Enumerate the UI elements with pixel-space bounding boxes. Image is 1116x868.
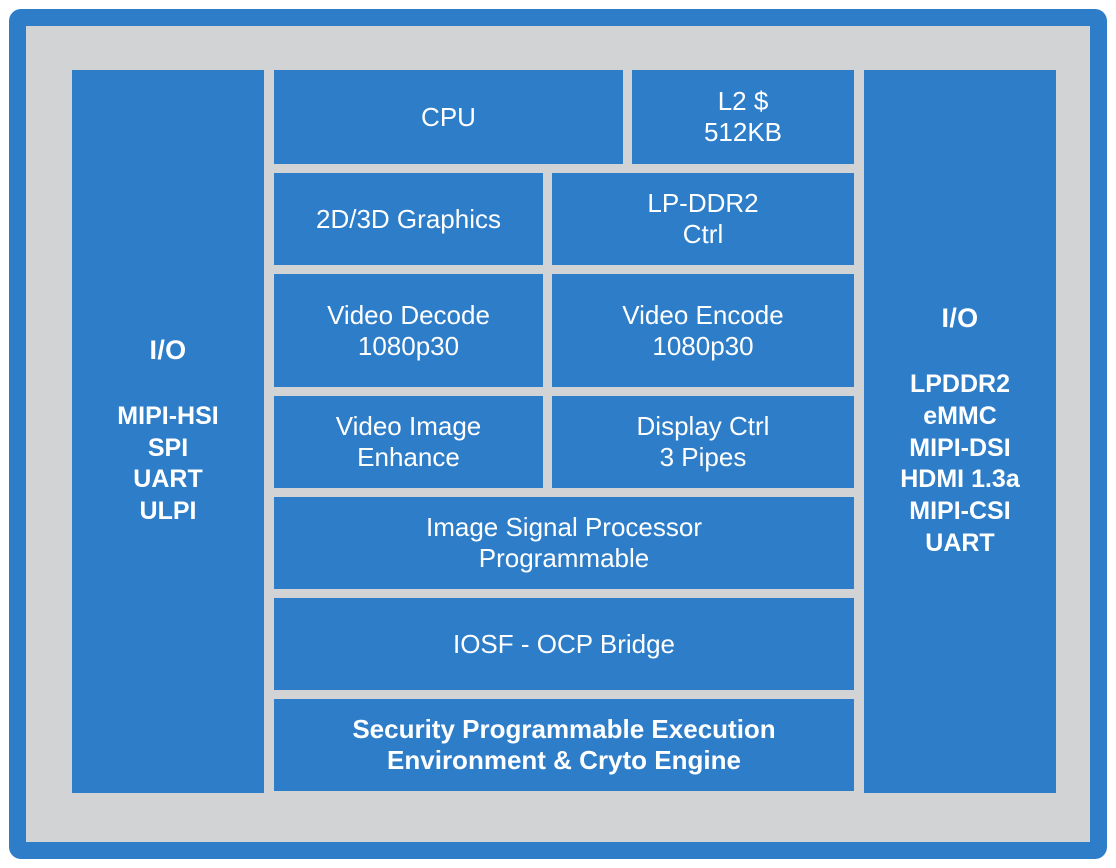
security-label-line1: Security Programmable Execution	[352, 714, 776, 745]
security-label-line2: Environment & Cryto Engine	[387, 745, 741, 775]
left-io-interface: SPI	[147, 433, 189, 462]
isp-label: Image Signal Processor	[425, 512, 703, 543]
row-isp: Image Signal Processor Programmable	[274, 497, 854, 589]
video-decode-spec: 1080p30	[357, 330, 460, 361]
center-block-stack: CPU L2 $ 512KB 2D/3D Graphics LP-DDR2 Ct…	[274, 70, 854, 793]
video-image-enhance-sublabel: Enhance	[357, 442, 460, 472]
right-io-interface: MIPI-CSI	[909, 497, 1011, 526]
iosf-ocp-bridge-block: IOSF - OCP Bridge	[274, 598, 854, 690]
cpu-block: CPU	[274, 70, 623, 164]
left-io-interface: UART	[133, 465, 203, 494]
video-encode-spec: 1080p30	[652, 330, 754, 361]
display-ctrl-pipes: 3 Pipes	[659, 442, 747, 472]
graphics-label: 2D/3D Graphics	[316, 203, 501, 234]
video-image-enhance-label: Video Image	[335, 411, 482, 442]
row-security: Security Programmable Execution Environm…	[274, 699, 854, 791]
graphics-block: 2D/3D Graphics	[274, 173, 543, 265]
video-decode-label: Video Decode	[327, 299, 490, 330]
image-signal-processor-block: Image Signal Processor Programmable	[274, 497, 854, 589]
chip-body: I/O MIPI-HSI SPI UART ULPI CPU L2 $ 512K…	[72, 70, 1056, 793]
row-graphics: 2D/3D Graphics LP-DDR2 Ctrl	[274, 173, 854, 265]
cpu-label: CPU	[421, 101, 476, 132]
l2-cache-block: L2 $ 512KB	[632, 70, 854, 164]
video-decode-block: Video Decode 1080p30	[274, 274, 543, 387]
row-video-enhance-display: Video Image Enhance Display Ctrl 3 Pipes	[274, 396, 854, 488]
left-io-interface: ULPI	[139, 497, 197, 526]
lpddr2-sublabel: Ctrl	[682, 219, 724, 249]
display-ctrl-block: Display Ctrl 3 Pipes	[552, 396, 854, 488]
lpddr2-ctrl-block: LP-DDR2 Ctrl	[552, 173, 854, 265]
right-io-interface-list: LPDDR2 eMMC MIPI-DSI HDMI 1.3a MIPI-CSI …	[900, 369, 1019, 560]
right-io-interface: MIPI-DSI	[909, 433, 1011, 462]
display-ctrl-label: Display Ctrl	[636, 411, 770, 442]
left-io-interface: MIPI-HSI	[117, 401, 219, 430]
right-io-interface: LPDDR2	[909, 370, 1010, 399]
video-image-enhance-block: Video Image Enhance	[274, 396, 543, 488]
l2-cache-label: L2 $	[717, 86, 769, 117]
l2-cache-size: 512KB	[703, 117, 783, 147]
security-engine-block: Security Programmable Execution Environm…	[274, 699, 854, 791]
right-io-interface: UART	[925, 528, 995, 557]
isp-sublabel: Programmable	[478, 543, 650, 573]
row-video-codec: Video Decode 1080p30 Video Encode 1080p3…	[274, 274, 854, 387]
bridge-label: IOSF - OCP Bridge	[452, 628, 676, 659]
left-io-interface-list: MIPI-HSI SPI UART ULPI	[117, 401, 218, 528]
right-io-interface: HDMI 1.3a	[900, 465, 1020, 494]
left-io-title: I/O	[149, 335, 187, 366]
row-bridge: IOSF - OCP Bridge	[274, 598, 854, 690]
video-encode-label: Video Encode	[622, 299, 784, 330]
right-io-block: I/O LPDDR2 eMMC MIPI-DSI HDMI 1.3a MIPI-…	[864, 70, 1056, 793]
video-encode-block: Video Encode 1080p30	[552, 274, 854, 387]
left-io-block: I/O MIPI-HSI SPI UART ULPI	[72, 70, 264, 793]
row-cpu: CPU L2 $ 512KB	[274, 70, 854, 164]
right-io-interface: eMMC	[923, 401, 997, 430]
lpddr2-label: LP-DDR2	[647, 188, 759, 219]
soc-block-diagram: I/O MIPI-HSI SPI UART ULPI CPU L2 $ 512K…	[9, 9, 1107, 859]
right-io-title: I/O	[941, 303, 979, 334]
